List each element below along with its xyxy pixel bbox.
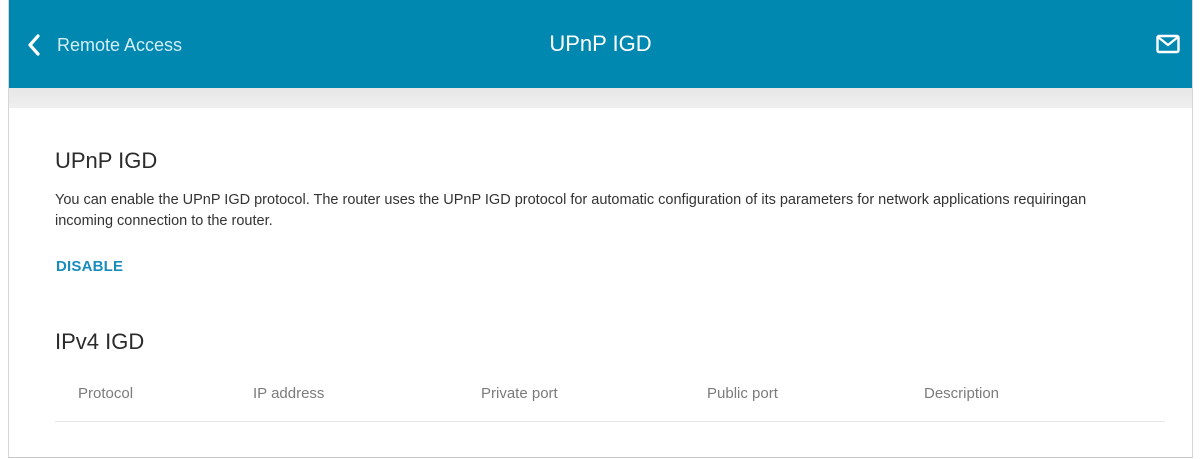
page-title: UPnP IGD xyxy=(549,31,652,56)
column-header-protocol[interactable]: Protocol xyxy=(78,385,133,402)
ipv4-table-header: Protocol IP address Private port Public … xyxy=(55,385,1165,422)
column-header-private-port[interactable]: Private port xyxy=(481,385,558,402)
column-header-ip-address[interactable]: IP address xyxy=(253,385,324,402)
upnp-description: You can enable the UPnP IGD protocol. Th… xyxy=(55,192,1087,229)
upnp-section-title: UPnP IGD xyxy=(55,148,158,173)
app-frame: Remote Access UPnP IGD UPnP IGD You can … xyxy=(8,0,1193,458)
ipv4-section-title: IPv4 IGD xyxy=(55,329,145,354)
page-header: Remote Access UPnP IGD xyxy=(9,0,1192,88)
column-header-public-port[interactable]: Public port xyxy=(707,385,778,402)
header-shadow-band xyxy=(9,88,1192,108)
envelope-icon xyxy=(1156,34,1180,58)
column-header-description[interactable]: Description xyxy=(924,385,999,402)
notifications-button[interactable] xyxy=(1156,34,1180,56)
disable-button[interactable]: DISABLE xyxy=(56,258,123,275)
